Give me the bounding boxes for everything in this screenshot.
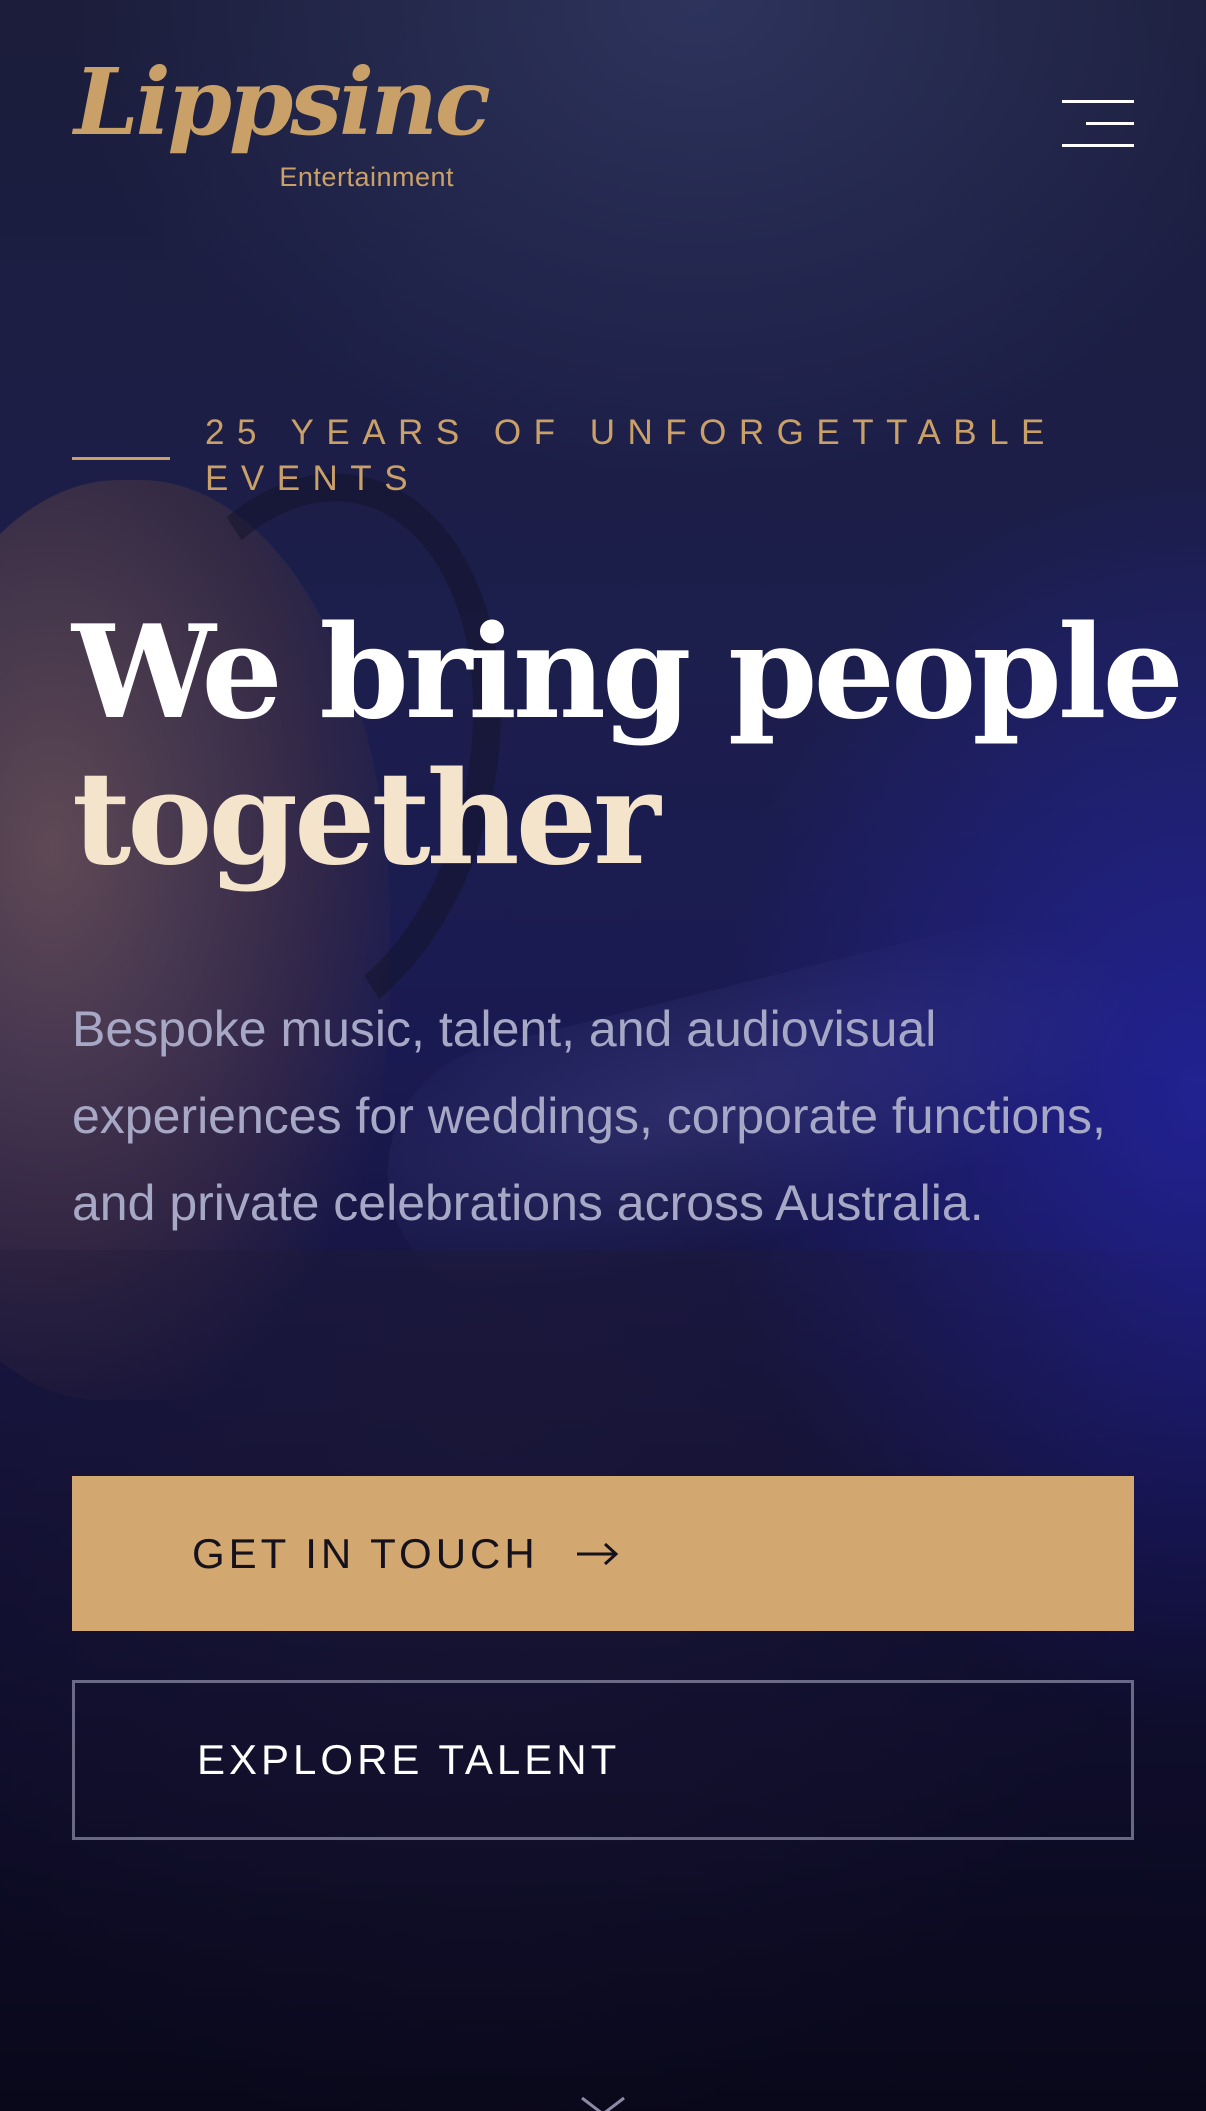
menu-bar-middle: [1086, 122, 1134, 125]
hero-description: Bespoke music, talent, and audiovisual e…: [72, 1001, 1106, 1231]
logo-tagline: Entertainment: [279, 162, 454, 192]
hamburger-menu-icon[interactable]: [1056, 100, 1134, 152]
menu-bar-top: [1062, 100, 1134, 103]
menu-bar-bottom: [1062, 144, 1134, 147]
hero-eyebrow: 25 YEARS OF UNFORGETTABLE EVENTS: [205, 413, 1057, 498]
hero-headline: We bring people together: [72, 600, 1192, 892]
headline-line-2: together: [72, 744, 661, 894]
headline-line-1: We bring people: [72, 598, 1184, 748]
get-in-touch-button[interactable]: GET IN TOUCH: [72, 1476, 1134, 1631]
get-in-touch-label: GET IN TOUCH: [192, 1529, 539, 1577]
explore-talent-button[interactable]: EXPLORE TALENT: [72, 1680, 1134, 1840]
eyebrow-divider: [72, 457, 170, 460]
hero-page: Lippsinc Entertainment 25 YEARS OF UNFOR…: [0, 0, 1206, 2111]
explore-talent-label: EXPLORE TALENT: [197, 1736, 621, 1783]
brand-logo[interactable]: Lippsinc Entertainment: [74, 56, 491, 196]
logo-wordmark: Lippsinc: [74, 48, 491, 156]
chevron-down-icon[interactable]: [580, 2096, 626, 2111]
arrow-right-icon: [576, 1542, 618, 1565]
